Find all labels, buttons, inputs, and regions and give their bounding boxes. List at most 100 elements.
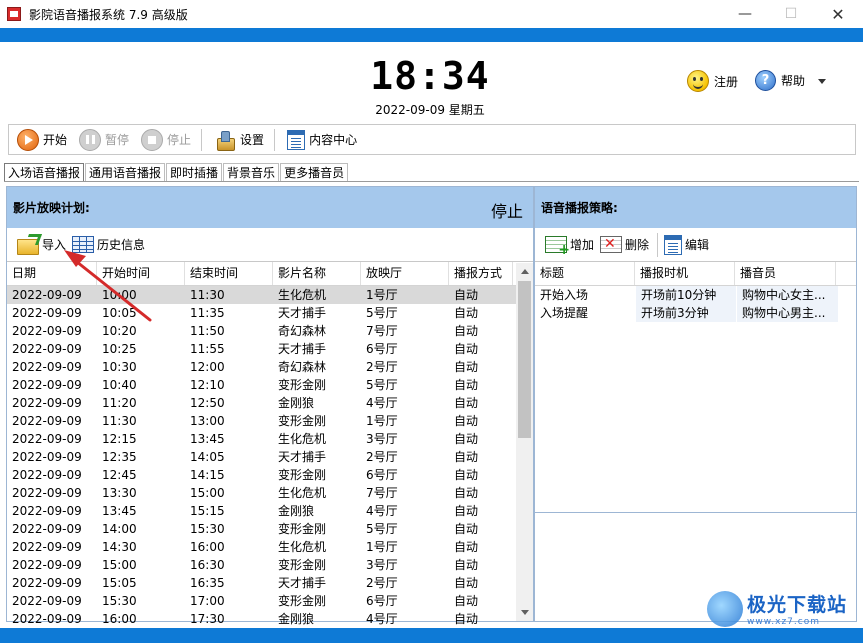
- cell-start: 15:30: [102, 594, 137, 608]
- table-row[interactable]: 2022-09-09 15:05 16:35 天才捕手 2号厅 自动: [7, 574, 533, 592]
- add-button[interactable]: 增加: [545, 236, 594, 258]
- schedule-header: 影片放映计划: 停止: [7, 187, 533, 228]
- watermark: 极光下载站 www.xz7.com: [707, 590, 847, 627]
- vertical-scrollbar[interactable]: [516, 263, 533, 621]
- cell-film: 变形金刚: [278, 522, 327, 536]
- cell-hall: 5号厅: [366, 306, 398, 320]
- watermark-logo-icon: [707, 590, 743, 627]
- tab-underline: [4, 181, 859, 182]
- column-header-title[interactable]: 标题: [535, 262, 635, 285]
- cell-date: 2022-09-09: [12, 306, 82, 320]
- tab-instant-insert[interactable]: 即时插播: [166, 163, 223, 182]
- cell-mode: 自动: [454, 486, 479, 500]
- cell-film: 生化危机: [278, 486, 327, 500]
- table-row[interactable]: 2022-09-09 12:45 14:15 变形金刚 6号厅 自动: [7, 466, 533, 484]
- cell-timing: 开场前10分钟: [636, 286, 736, 304]
- scrollbar-thumb[interactable]: [518, 281, 531, 438]
- cell-date: 2022-09-09: [12, 324, 82, 338]
- table-row[interactable]: 2022-09-09 11:20 12:50 金刚狼 4号厅 自动: [7, 394, 533, 412]
- column-header-film[interactable]: 影片名称: [273, 262, 361, 285]
- table-row[interactable]: 2022-09-09 10:00 11:30 生化危机 1号厅 自动: [7, 286, 533, 304]
- table-row[interactable]: 2022-09-09 10:05 11:35 天才捕手 5号厅 自动: [7, 304, 533, 322]
- chevron-down-icon[interactable]: [818, 79, 826, 84]
- column-header-timing[interactable]: 播报时机: [635, 262, 735, 285]
- table-row[interactable]: 2022-09-09 13:30 15:00 生化危机 7号厅 自动: [7, 484, 533, 502]
- history-button[interactable]: 历史信息: [72, 236, 145, 253]
- cell-film: 金刚狼: [278, 396, 315, 410]
- schedule-table: 日期 开始时间 结束时间 影片名称 放映厅 播报方式 2022-09-09 10:…: [7, 262, 533, 628]
- table-row[interactable]: 2022-09-09 12:15 13:45 生化危机 3号厅 自动: [7, 430, 533, 448]
- cell-hall: 2号厅: [366, 576, 398, 590]
- cell-end: 11:50: [190, 324, 225, 338]
- strategy-table: 标题 播报时机 播音员 开始入场 开场前10分钟 购物中心女主... 入场提醒 开场前3…: [535, 262, 856, 322]
- table-row[interactable]: 开始入场 开场前10分钟 购物中心女主...: [535, 286, 856, 304]
- start-button[interactable]: 开始: [13, 127, 71, 153]
- table-row[interactable]: 2022-09-09 15:30 17:00 变形金刚 6号厅 自动: [7, 592, 533, 610]
- cell-start: 14:00: [102, 522, 137, 536]
- scroll-up-icon[interactable]: [516, 263, 533, 280]
- cell-date: 2022-09-09: [12, 594, 82, 608]
- content-center-button[interactable]: 内容中心: [283, 127, 361, 153]
- table-row[interactable]: 2022-09-09 15:00 16:30 变形金刚 3号厅 自动: [7, 556, 533, 574]
- table-row[interactable]: 2022-09-09 10:25 11:55 天才捕手 6号厅 自动: [7, 340, 533, 358]
- stop-button[interactable]: 停止: [137, 127, 195, 153]
- scroll-down-icon[interactable]: [516, 604, 533, 621]
- maximize-button[interactable]: ☐: [768, 0, 814, 28]
- table-row[interactable]: 2022-09-09 10:40 12:10 变形金刚 5号厅 自动: [7, 376, 533, 394]
- column-header-announcer[interactable]: 播音员: [735, 262, 836, 285]
- column-header-hall[interactable]: 放映厅: [361, 262, 449, 285]
- table-row[interactable]: 2022-09-09 10:20 11:50 奇幻森林 7号厅 自动: [7, 322, 533, 340]
- table-row[interactable]: 2022-09-09 10:30 12:00 奇幻森林 2号厅 自动: [7, 358, 533, 376]
- cell-film: 变形金刚: [278, 558, 327, 572]
- folder-open-icon: [17, 236, 39, 255]
- cell-date: 2022-09-09: [12, 468, 82, 482]
- cell-film: 变形金刚: [278, 468, 327, 482]
- cell-mode: 自动: [454, 612, 479, 626]
- table-header: 日期 开始时间 结束时间 影片名称 放映厅 播报方式: [7, 262, 533, 286]
- cell-end: 13:45: [190, 432, 225, 446]
- close-button[interactable]: ✕: [815, 0, 861, 28]
- tab-background-music[interactable]: 背景音乐: [223, 163, 280, 182]
- cell-end: 12:50: [190, 396, 225, 410]
- column-header-end[interactable]: 结束时间: [185, 262, 273, 285]
- column-header-mode[interactable]: 播报方式: [449, 262, 513, 285]
- help-button[interactable]: ? 帮助: [755, 70, 805, 91]
- table-row[interactable]: 入场提醒 开场前3分钟 购物中心男主...: [535, 304, 856, 322]
- table-row[interactable]: 2022-09-09 12:35 14:05 天才捕手 2号厅 自动: [7, 448, 533, 466]
- cell-hall: 6号厅: [366, 342, 398, 356]
- toolbar-divider: [201, 128, 203, 151]
- cell-start: 15:00: [102, 558, 137, 572]
- tab-more-announcers[interactable]: 更多播音员: [280, 163, 349, 182]
- table-row[interactable]: 2022-09-09 16:00 17:30 金刚狼 4号厅 自动: [7, 610, 533, 628]
- cell-film: 奇幻森林: [278, 360, 327, 374]
- schedule-toolbar: 导入 历史信息: [7, 228, 533, 262]
- tab-general-broadcast[interactable]: 通用语音播报: [85, 163, 166, 182]
- pause-icon: [79, 128, 102, 151]
- import-button[interactable]: 导入: [17, 236, 66, 255]
- cell-hall: 3号厅: [366, 558, 398, 572]
- column-header-date[interactable]: 日期: [7, 262, 97, 285]
- cell-hall: 1号厅: [366, 414, 398, 428]
- edit-document-icon: [664, 234, 683, 255]
- cell-end: 12:00: [190, 360, 225, 374]
- table-row[interactable]: 2022-09-09 14:00 15:30 变形金刚 5号厅 自动: [7, 520, 533, 538]
- table-row[interactable]: 2022-09-09 14:30 16:00 生化危机 1号厅 自动: [7, 538, 533, 556]
- delete-button[interactable]: 删除: [600, 236, 649, 253]
- cell-mode: 自动: [454, 450, 479, 464]
- column-header-start[interactable]: 开始时间: [97, 262, 185, 285]
- minimize-button[interactable]: —: [722, 0, 768, 28]
- settings-button[interactable]: 设置: [210, 127, 268, 153]
- cell-mode: 自动: [454, 594, 479, 608]
- cell-mode: 自动: [454, 558, 479, 572]
- cell-mode: 自动: [454, 396, 479, 410]
- cell-film: 变形金刚: [278, 594, 327, 608]
- cell-mode: 自动: [454, 306, 479, 320]
- play-icon: [17, 128, 39, 151]
- tab-entry-broadcast[interactable]: 入场语音播报: [4, 163, 85, 182]
- pause-button[interactable]: 暂停: [75, 127, 133, 153]
- register-button[interactable]: 注册: [687, 70, 738, 92]
- cell-hall: 7号厅: [366, 324, 398, 338]
- table-row[interactable]: 2022-09-09 11:30 13:00 变形金刚 1号厅 自动: [7, 412, 533, 430]
- table-row[interactable]: 2022-09-09 13:45 15:15 金刚狼 4号厅 自动: [7, 502, 533, 520]
- edit-button[interactable]: 编辑: [664, 234, 709, 255]
